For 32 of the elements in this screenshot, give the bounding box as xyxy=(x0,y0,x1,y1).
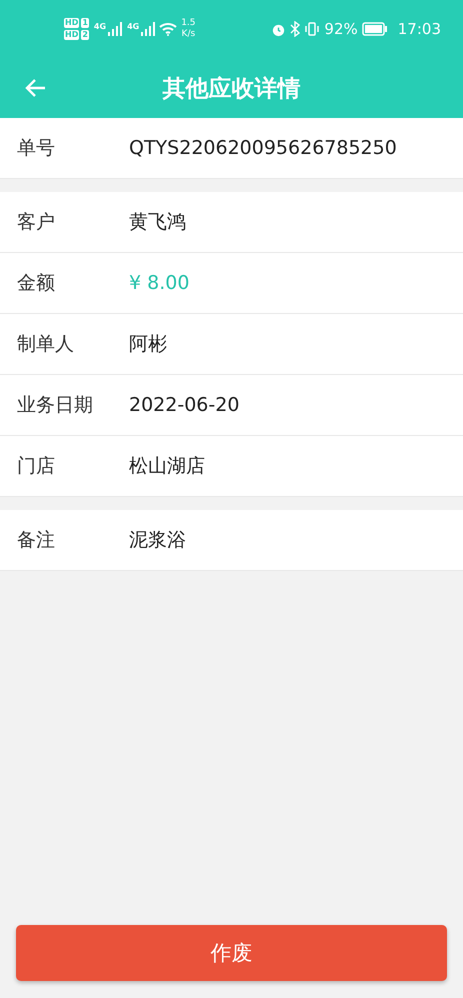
bluetooth-icon xyxy=(290,21,300,37)
field-label: 业务日期 xyxy=(17,393,94,418)
sim-slot: 1 xyxy=(81,18,89,28)
field-label: 备注 xyxy=(17,528,56,553)
field-value: 泥浆浴 xyxy=(129,528,186,553)
field-value: 2022-06-20 xyxy=(129,394,240,416)
battery-percent: 92% xyxy=(324,20,358,38)
field-value: 黄飞鸿 xyxy=(129,210,186,235)
field-label: 单号 xyxy=(17,136,56,161)
field-label: 门店 xyxy=(17,454,56,479)
wifi-icon xyxy=(159,22,178,36)
sim-badge: HD xyxy=(64,30,80,40)
page-title: 其他应收详情 xyxy=(162,74,300,104)
field-value: QTYS220620095626785250 xyxy=(129,137,397,159)
field-value: ¥ 8.00 xyxy=(129,272,190,294)
vibrate-icon xyxy=(304,21,320,37)
sim-slot: 2 xyxy=(81,30,89,40)
field-value: 松山湖店 xyxy=(129,454,205,479)
network-type: 4G xyxy=(126,22,140,32)
void-button[interactable]: 作废 xyxy=(16,925,447,981)
clock: 17:03 xyxy=(398,20,441,38)
field-label: 客户 xyxy=(17,210,56,235)
signal-icon xyxy=(141,22,156,36)
network-speed: 1.5 xyxy=(181,18,196,29)
speed-unit: K/s xyxy=(182,29,196,40)
battery-icon xyxy=(362,22,388,36)
network-type: 4G xyxy=(92,22,108,32)
field-label: 金额 xyxy=(17,271,56,296)
field-label: 制单人 xyxy=(17,332,75,357)
signal-icon xyxy=(108,22,122,36)
field-value: 阿彬 xyxy=(129,332,167,357)
sim-badge: HD xyxy=(64,18,80,28)
